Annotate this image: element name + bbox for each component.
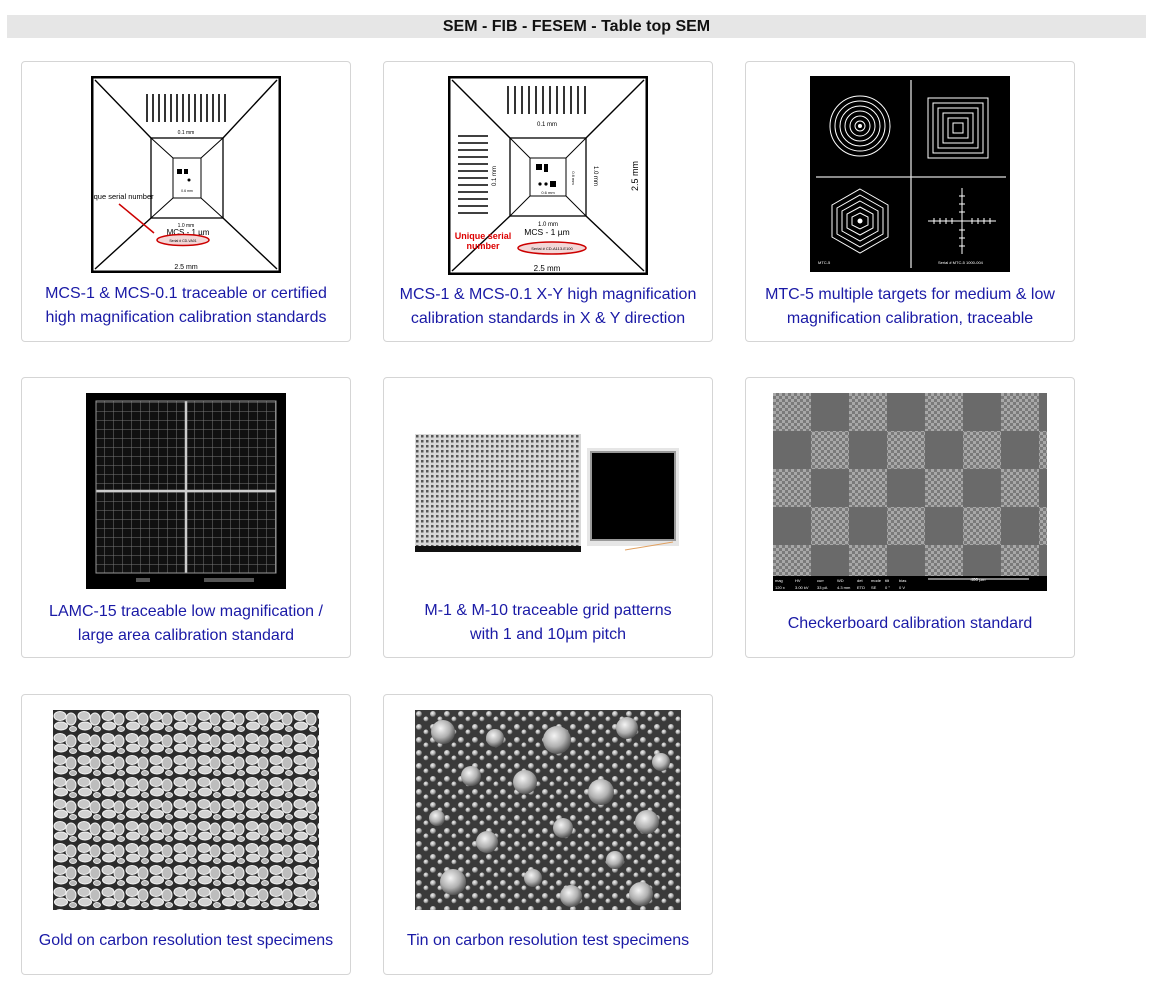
svg-text:ETD: ETD <box>857 585 865 590</box>
product-link-line-2[interactable]: large area calibration standard <box>78 627 294 644</box>
svg-text:Serial # MTC-5 1000-004: Serial # MTC-5 1000-004 <box>938 260 984 265</box>
svg-text:det: det <box>857 578 863 583</box>
svg-text:400 µm: 400 µm <box>970 577 985 582</box>
product-image-m1-m10[interactable] <box>384 434 712 554</box>
product-card-mcs[interactable]: 0.1 mm 0.6 mm 1.0 mm Unique serial numbe… <box>21 61 351 342</box>
product-image-tin-on-carbon[interactable] <box>384 710 712 910</box>
svg-text:0 V: 0 V <box>899 585 905 590</box>
product-card-checkerboard[interactable]: mag HV curr WD det mode tilt bias 120 x … <box>745 377 1075 658</box>
svg-text:3.00 kV: 3.00 kV <box>795 585 809 590</box>
svg-text:mag: mag <box>775 578 783 583</box>
svg-text:1.0 mm: 1.0 mm <box>592 166 598 186</box>
section-title: SEM - FIB - FESEM - Table top SEM <box>442 18 711 35</box>
product-image-mcs[interactable]: 0.1 mm 0.6 mm 1.0 mm Unique serial numbe… <box>22 76 350 273</box>
product-card-gold-on-carbon[interactable]: Gold on carbon resolution test specimens <box>21 694 351 975</box>
product-card-tin-on-carbon[interactable]: Tin on carbon resolution test specimens <box>383 694 713 975</box>
product-image-mtc5[interactable]: MTC-5 Serial # MTC-5 1000-004 <box>746 76 1074 272</box>
section-header: SEM - FIB - FESEM - Table top SEM <box>7 15 1146 38</box>
svg-text:bias: bias <box>899 578 906 583</box>
svg-text:2.5 mm: 2.5 mm <box>174 264 198 271</box>
product-link-line-1[interactable]: MCS-1 & MCS-0.1 X-Y high magnification <box>400 286 697 303</box>
product-link-line-2[interactable]: with 1 and 10µm pitch <box>470 626 626 643</box>
product-link-line-1[interactable]: Checkerboard calibration standard <box>788 615 1033 632</box>
product-image-checkerboard[interactable]: mag HV curr WD det mode tilt bias 120 x … <box>746 393 1074 591</box>
product-link-line-1[interactable]: Tin on carbon resolution test specimens <box>407 932 689 949</box>
svg-text:number: number <box>466 241 500 251</box>
product-image-mcs-xy[interactable]: 0.1 mm 0.1 mm 0.6 mm 0.6 mm 1.0 mm 1.0 m… <box>384 76 712 275</box>
svg-text:curr: curr <box>817 578 825 583</box>
svg-text:0.6 mm: 0.6 mm <box>541 190 555 195</box>
product-link-line-2[interactable]: calibration standards in X & Y direction <box>411 310 685 327</box>
product-image-lamc15[interactable] <box>22 393 350 589</box>
svg-text:0 °: 0 ° <box>885 585 890 590</box>
svg-text:Serial # CD-A113-E100: Serial # CD-A113-E100 <box>531 246 573 251</box>
svg-text:HV: HV <box>795 578 801 583</box>
svg-text:120 x: 120 x <box>775 585 785 590</box>
svg-text:Unique serial number: Unique serial number <box>91 192 154 201</box>
svg-text:0.1 mm: 0.1 mm <box>178 130 195 136</box>
svg-text:2.5 mm: 2.5 mm <box>630 161 640 191</box>
product-image-gold-on-carbon[interactable] <box>22 710 350 910</box>
product-caption[interactable]: Tin on carbon resolution test specimens <box>394 929 702 953</box>
product-caption[interactable]: Checkerboard calibration standard <box>756 612 1064 636</box>
product-link-line-1[interactable]: MCS-1 & MCS-0.1 traceable or certified <box>45 285 327 302</box>
svg-text:WD: WD <box>837 578 844 583</box>
product-card-m1-m10[interactable]: M-1 & M-10 traceable grid patterns with … <box>383 377 713 658</box>
product-link-line-1[interactable]: LAMC-15 traceable low magnification / <box>49 603 323 620</box>
svg-text:0.1 mm: 0.1 mm <box>492 166 498 186</box>
product-link-line-1[interactable]: M-1 & M-10 traceable grid patterns <box>424 602 671 619</box>
svg-text:mode: mode <box>871 578 882 583</box>
svg-text:4.3 mm: 4.3 mm <box>837 585 851 590</box>
svg-text:MTC-5: MTC-5 <box>818 260 831 265</box>
product-caption[interactable]: MTC-5 multiple targets for medium & low … <box>756 283 1064 331</box>
product-link-line-2[interactable]: high magnification calibration standards <box>45 309 326 326</box>
product-caption[interactable]: LAMC-15 traceable low magnification / la… <box>32 600 340 648</box>
svg-text:0.6 mm: 0.6 mm <box>181 189 193 193</box>
product-caption[interactable]: Gold on carbon resolution test specimens <box>32 929 340 953</box>
svg-text:33 pA: 33 pA <box>817 585 828 590</box>
product-caption[interactable]: M-1 & M-10 traceable grid patterns with … <box>394 599 702 647</box>
product-card-lamc15[interactable]: LAMC-15 traceable low magnification / la… <box>21 377 351 658</box>
product-card-mtc5[interactable]: MTC-5 Serial # MTC-5 1000-004 MTC-5 mult… <box>745 61 1075 342</box>
product-card-mcs-xy[interactable]: 0.1 mm 0.1 mm 0.6 mm 0.6 mm 1.0 mm 1.0 m… <box>383 61 713 342</box>
svg-text:0.6 mm: 0.6 mm <box>571 171 576 185</box>
svg-text:MCS - 1 µm: MCS - 1 µm <box>524 227 570 237</box>
svg-text:2.5 mm: 2.5 mm <box>534 264 561 273</box>
product-link-line-1[interactable]: MTC-5 multiple targets for medium & low <box>765 286 1055 303</box>
svg-text:0.1 mm: 0.1 mm <box>537 122 557 128</box>
svg-text:Serial # CD-VA01: Serial # CD-VA01 <box>169 239 196 243</box>
svg-text:SE: SE <box>871 585 877 590</box>
product-link-line-1[interactable]: Gold on carbon resolution test specimens <box>39 932 333 949</box>
svg-text:Unique serial: Unique serial <box>455 231 512 241</box>
product-link-line-2[interactable]: magnification calibration, traceable <box>787 310 1033 327</box>
product-caption[interactable]: MCS-1 & MCS-0.1 traceable or certified h… <box>32 282 340 330</box>
product-caption[interactable]: MCS-1 & MCS-0.1 X-Y high magnification c… <box>394 283 702 331</box>
